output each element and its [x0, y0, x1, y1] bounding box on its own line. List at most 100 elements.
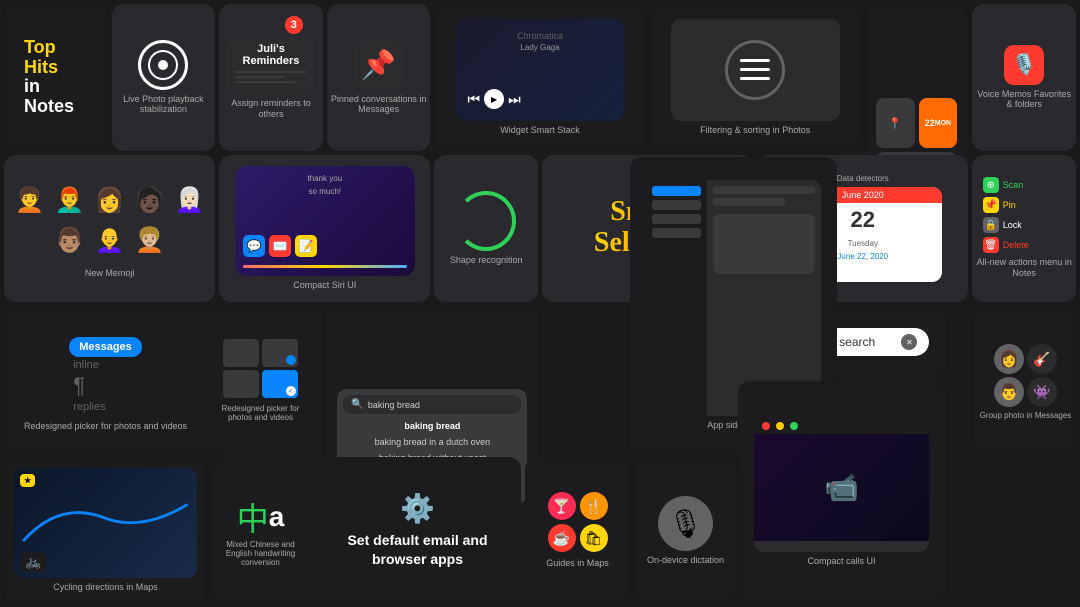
widget-card: Chromatica Lady Gaga ⏮ ▶ ⏭: [456, 19, 625, 122]
live-photo-icon: [138, 40, 188, 90]
pin-icon: 📌: [983, 197, 999, 213]
guides-maps-cell[interactable]: 🍸 🍴 ☕ 🛍 Guides in Maps: [525, 457, 630, 603]
memoji-face: 🧑🏼‍🦱: [131, 222, 169, 260]
reminders-cell[interactable]: 3 Juli's Reminders Assign reminders to o…: [219, 4, 323, 151]
group-photo-avatars: 👩 🎸 👨 👾: [980, 340, 1071, 411]
badge-count: 3: [285, 16, 303, 34]
top-hits-cell[interactable]: Top Hits in Notes: [4, 4, 108, 151]
window-controls: [754, 418, 930, 434]
notes-action-list: ⊕ Scan 📌 Pin 🔒 Lock 🗑 Delete: [983, 177, 1066, 253]
voice-memos-cell[interactable]: 🎙️ Voice Memos Favorites & folders: [972, 4, 1076, 151]
filter-photos-cell[interactable]: Filtering & sorting in Photos: [650, 4, 861, 151]
guitar-icon: 🎸: [1027, 344, 1057, 374]
cycling-cell-abs[interactable]: 🚲 ★ Cycling directions in Maps: [4, 457, 207, 603]
messages-content: Messages inline ¶ replies: [61, 329, 150, 421]
new-memoji-label: New Memoji: [81, 268, 139, 279]
guides-icons-row2: ☕ 🛍: [548, 524, 608, 552]
memoji-face: 👨🏽: [51, 222, 89, 260]
sidebar-panel: [646, 180, 708, 417]
default-apps-cell[interactable]: ⚙️ Set default email and browser apps: [314, 457, 521, 603]
video-call-icon: 📹: [824, 471, 859, 504]
play-button[interactable]: ▶: [484, 89, 504, 109]
chinese-handwriting-text: 中 a: [237, 494, 285, 540]
compact-siri-cell[interactable]: thank you so much! 💬 ✉️ 📝 Compact Siri U…: [219, 155, 430, 302]
minimize-dot: [776, 422, 784, 430]
reminders-label: Assign reminders to others: [219, 98, 323, 120]
group-photo-label: Group photo in Messages: [976, 411, 1076, 420]
lock-action: 🔒 Lock: [983, 217, 1066, 233]
pin-icon: 📌: [354, 40, 404, 90]
maximize-dot: [790, 422, 798, 430]
gear-icon: ⚙️: [400, 492, 435, 525]
messages-bubble: Messages: [69, 337, 142, 357]
pin-action: 📌 Pin: [983, 197, 1066, 213]
search-bar-icon: 🔍: [351, 399, 363, 410]
search-bar[interactable]: 🔍 baking bread: [343, 395, 521, 414]
data-detectors-title: Data detectors: [837, 174, 889, 183]
voice-memos-label: Voice Memos Favorites & folders: [972, 89, 1076, 111]
cocktail-icon: 🍸: [548, 492, 576, 520]
photo-picker-cell[interactable]: ✓ Redesigned picker for photos and video…: [211, 307, 310, 453]
memoji-face: 🧑🏿: [131, 182, 169, 220]
photo-picker-grid: ✓: [223, 339, 297, 398]
default-apps-text: Set default email and browser apps: [314, 531, 521, 567]
cycling-map-abs: 🚲 ★: [14, 468, 197, 578]
memoji-faces: 🧑‍🦱 👨‍🦰 👩 🧑🏿 👩🏻‍🦳 👨🏽 👩‍🦲 🧑🏼‍🦱: [4, 178, 215, 264]
notes-actions-label: All-new actions menu in Notes: [972, 257, 1076, 279]
top-hits-text: Top Hits in Notes: [16, 30, 82, 125]
compact-siri-label: Compact Siri UI: [289, 280, 360, 291]
guides-maps-label: Guides in Maps: [546, 558, 609, 568]
cycling-label-abs: Cycling directions in Maps: [53, 582, 158, 592]
widget-stack-cell[interactable]: Chromatica Lady Gaga ⏮ ▶ ⏭ Widget Smart …: [434, 4, 645, 151]
calls-content-abs: 📹: [754, 434, 930, 541]
latin-char: a: [269, 501, 285, 533]
shape-circle-icon: [456, 191, 516, 251]
memoji-face: 👩🏻‍🦳: [171, 182, 209, 220]
search-result-item[interactable]: baking bread: [343, 418, 521, 434]
dictation-cell-abs[interactable]: 🎙 On-device dictation: [634, 457, 737, 603]
guides-icons: 🍸 🍴: [548, 492, 608, 520]
compact-calls-card: 📹: [754, 418, 930, 551]
voice-memos-icon: 🎙️: [1004, 45, 1044, 85]
pinned-conversations-cell[interactable]: 📌 Pinned conversations in Messages: [327, 4, 431, 151]
compact-calls-label-abs: Compact calls UI: [807, 556, 875, 566]
memoji-face: 🧑‍🦱: [11, 182, 49, 220]
reminders-title: Juli's Reminders: [235, 43, 307, 67]
shape-recognition-cell[interactable]: Shape recognition: [434, 155, 538, 302]
scan-action: ⊕ Scan: [983, 177, 1066, 193]
chinese-char: 中: [237, 494, 269, 540]
coffee-icon: ☕: [548, 524, 576, 552]
notes-actions-cell[interactable]: ⊕ Scan 📌 Pin 🔒 Lock 🗑 Delete All-new act…: [972, 155, 1076, 302]
scan-icon: ⊕: [983, 177, 999, 193]
ghost-icon: 👾: [1027, 377, 1057, 407]
filter-card: [671, 19, 840, 122]
memoji-face: 👨‍🦰: [51, 182, 89, 220]
new-memoji-cell[interactable]: 🧑‍🦱 👨‍🦰 👩 🧑🏿 👩🏻‍🦳 👨🏽 👩‍🦲 🧑🏼‍🦱 New Memoji: [4, 155, 215, 302]
chinese-handwriting-cell[interactable]: 中 a Mixed Chinese and English handwritin…: [211, 457, 310, 603]
avatar-2: 👨: [994, 377, 1024, 407]
search-result-item[interactable]: baking bread in a dutch oven: [343, 434, 521, 450]
widget-stack-label: Widget Smart Stack: [496, 125, 584, 136]
lock-icon: 🔒: [983, 217, 999, 233]
close-dot: [762, 422, 770, 430]
messages-inline-label: Redesigned picker for photos and videos: [16, 421, 195, 431]
group-photo-cell-abs[interactable]: 👩 🎸 👨 👾 Group photo in Messages: [975, 307, 1076, 453]
star-badge: ★: [20, 474, 35, 487]
memoji-face: 👩: [91, 182, 129, 220]
photo-picker-label: Redesigned picker for photos and videos: [211, 404, 310, 422]
live-photo-label: Live Photo playback stabilization: [112, 94, 216, 116]
clear-icon[interactable]: ✕: [901, 334, 917, 350]
avatar-1: 👩: [994, 344, 1024, 374]
memoji-face: 👩‍🦲: [91, 222, 129, 260]
live-photo-cell[interactable]: Live Photo playback stabilization: [112, 4, 216, 151]
microphone-icon-abs: 🎙: [658, 496, 713, 551]
messages-inline-cell[interactable]: Messages inline ¶ replies Redesigned pic…: [4, 307, 207, 453]
inline-text: inline: [69, 359, 99, 371]
shape-recognition-label: Shape recognition: [446, 255, 527, 266]
bag-icon: 🛍: [580, 524, 608, 552]
reminders-card: Juli's Reminders: [227, 35, 315, 94]
replies-text: replies: [69, 401, 105, 413]
chinese-handwriting-label: Mixed Chinese and English handwriting co…: [211, 540, 310, 567]
compact-calls-cell-abs[interactable]: 📹 Compact calls UI: [738, 381, 945, 603]
siri-card: thank you so much! 💬 ✉️ 📝: [235, 166, 415, 276]
